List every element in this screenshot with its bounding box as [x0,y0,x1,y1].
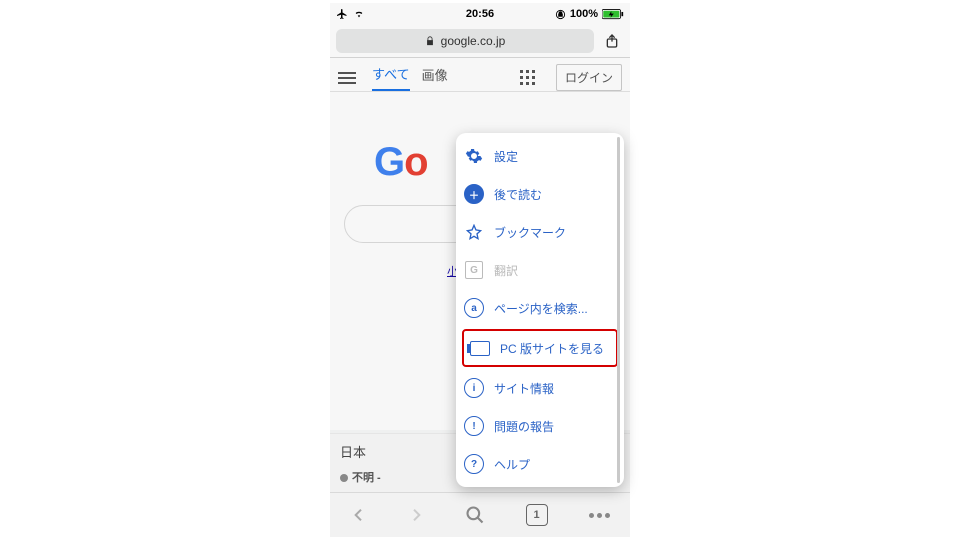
browser-toolbar: 1 [330,492,630,537]
help-icon: ? [464,454,484,474]
translate-icon: G [464,260,484,280]
forward-button[interactable] [408,504,424,526]
tabs-button[interactable]: 1 [526,504,548,526]
overflow-button[interactable] [589,513,610,518]
menu-read-later[interactable]: ＋ 後で読む [456,175,624,213]
menu-label: ブックマーク [494,224,566,241]
menu-label: 設定 [494,148,518,165]
find-icon: a [464,298,484,318]
phone-frame: 20:56 100% google.co.jp すべて 画像 ログイン [330,3,630,537]
gear-icon [464,146,484,166]
alert-icon: ! [464,416,484,436]
menu-label: 後で読む [494,186,542,203]
menu-label: サイト情報 [494,380,554,397]
monitor-icon [470,338,490,358]
menu-help[interactable]: ? ヘルプ [456,445,624,483]
search-button[interactable] [465,505,485,525]
back-button[interactable] [351,504,367,526]
menu-site-info[interactable]: i サイト情報 [456,369,624,407]
menu-find-in-page[interactable]: a ページ内を検索... [456,289,624,327]
menu-label: ヘルプ [494,456,530,473]
menu-bookmark[interactable]: ブックマーク [456,213,624,251]
location-dot-icon [340,474,348,482]
menu-translate: G 翻訳 [456,251,624,289]
menu-label: PC 版サイトを見る [500,340,604,357]
info-icon: i [464,378,484,398]
menu-settings[interactable]: 設定 [456,137,624,175]
star-icon [464,222,484,242]
location-detail: 不明 - [352,472,381,484]
overflow-menu: 設定 ＋ 後で読む ブックマーク G 翻訳 a ページ内を検索... PC 版サ… [456,133,624,487]
menu-report-issue[interactable]: ! 問題の報告 [456,407,624,445]
plus-circle-icon: ＋ [464,184,484,204]
menu-request-desktop[interactable]: PC 版サイトを見る [462,329,618,367]
menu-label: ページ内を検索... [494,300,588,317]
menu-label: 問題の報告 [494,418,554,435]
menu-label: 翻訳 [494,262,518,279]
